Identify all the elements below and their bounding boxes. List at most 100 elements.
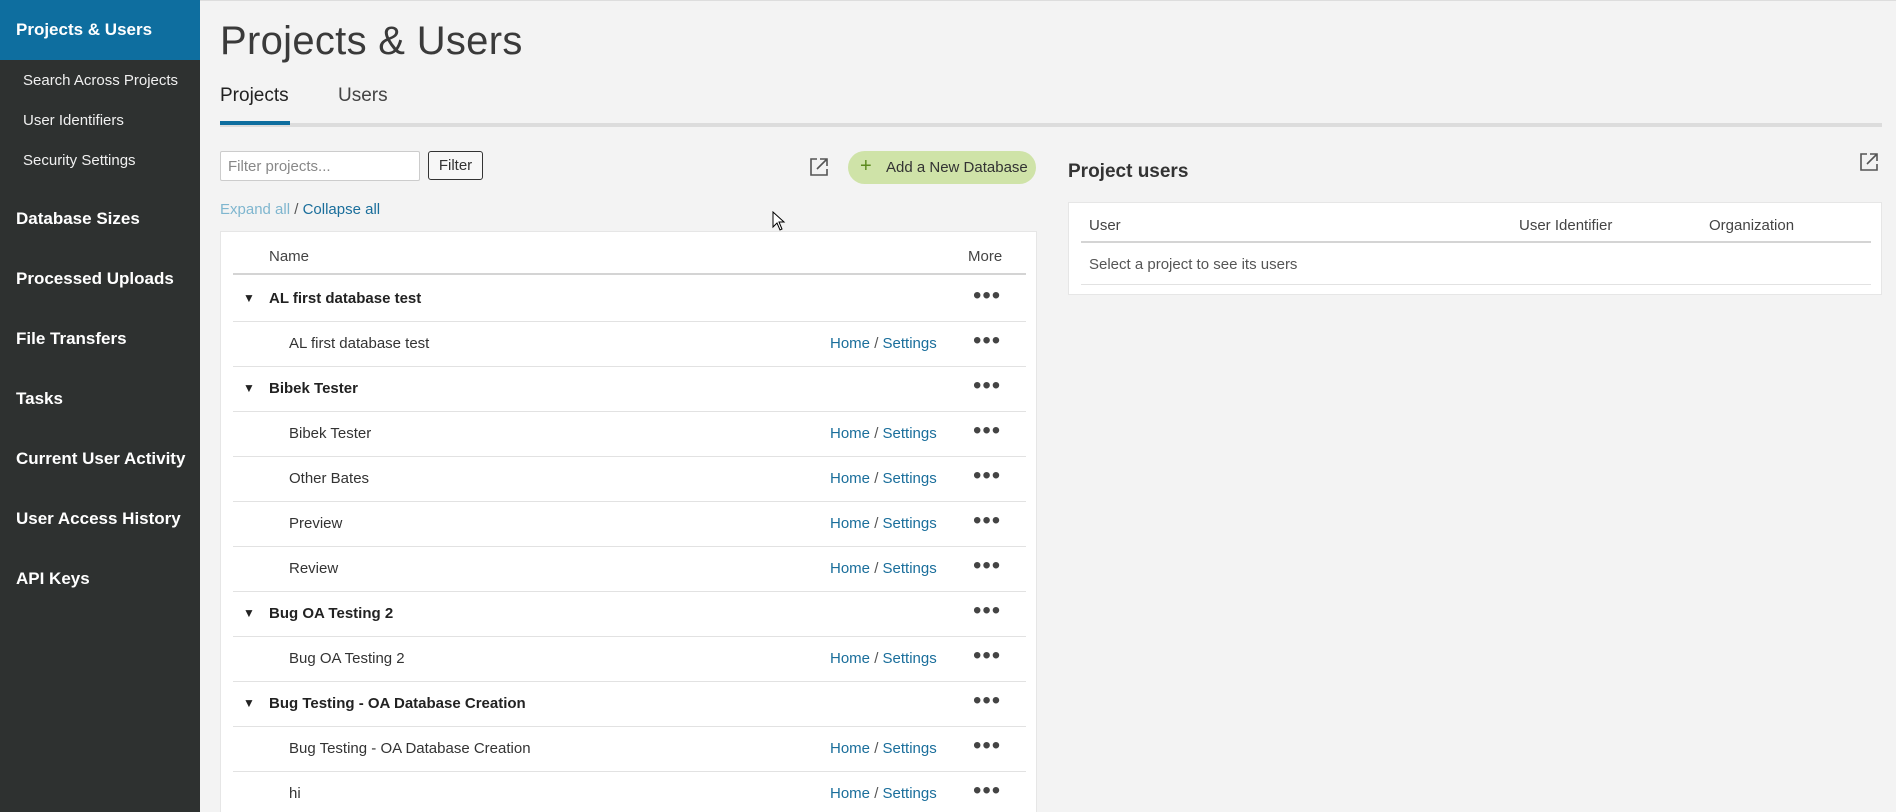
more-options-icon[interactable]: ••• xyxy=(973,463,1001,489)
database-links: Home / Settings xyxy=(830,785,937,802)
settings-link[interactable]: Settings xyxy=(883,785,937,802)
database-name[interactable]: Other Bates xyxy=(289,470,369,487)
popout-icon[interactable] xyxy=(808,156,830,178)
more-options-icon[interactable]: ••• xyxy=(973,328,1001,354)
project-users-table: User User Identifier Organization Select… xyxy=(1068,202,1882,295)
tab-users[interactable]: Users xyxy=(338,85,388,107)
link-separator: / xyxy=(874,425,879,442)
column-header-name[interactable]: Name xyxy=(269,248,309,265)
more-options-icon[interactable]: ••• xyxy=(973,688,1001,714)
expand-all-link[interactable]: Expand all xyxy=(220,201,290,218)
database-row[interactable]: Bug OA Testing 2 Home / Settings ••• xyxy=(233,637,1026,682)
collapse-triangle-icon[interactable]: ▼ xyxy=(243,381,255,395)
more-options-icon[interactable]: ••• xyxy=(973,733,1001,759)
project-users-header: User User Identifier Organization xyxy=(1081,203,1871,243)
tab-bar: Projects Users xyxy=(220,85,1882,127)
settings-link[interactable]: Settings xyxy=(883,470,937,487)
sidebar-item-file-transfers[interactable]: File Transfers xyxy=(0,309,200,369)
database-links: Home / Settings xyxy=(830,335,937,352)
sidebar-item-api-keys[interactable]: API Keys xyxy=(0,549,200,609)
column-header-user-identifier[interactable]: User Identifier xyxy=(1519,217,1612,234)
tab-projects[interactable]: Projects xyxy=(220,85,290,125)
more-options-icon[interactable]: ••• xyxy=(973,373,1001,399)
more-options-icon[interactable]: ••• xyxy=(973,508,1001,534)
sidebar: Projects & Users Search Across Projects … xyxy=(0,0,200,812)
more-options-icon[interactable]: ••• xyxy=(973,283,1001,309)
sidebar-subitem-user-identifiers[interactable]: User Identifiers xyxy=(0,101,200,141)
project-group-row[interactable]: ▼ AL first database test ••• xyxy=(233,277,1026,322)
sidebar-subitem-security-settings[interactable]: Security Settings xyxy=(0,141,200,181)
database-row[interactable]: Bug Testing - OA Database Creation Home /… xyxy=(233,727,1026,772)
sidebar-subitem-search-across-projects[interactable]: Search Across Projects xyxy=(0,61,200,101)
collapse-triangle-icon[interactable]: ▼ xyxy=(243,291,255,305)
database-name[interactable]: Preview xyxy=(289,515,342,532)
project-group-row[interactable]: ▼ Bibek Tester ••• xyxy=(233,367,1026,412)
project-group-name: Bibek Tester xyxy=(269,380,358,397)
database-row[interactable]: AL first database test Home / Settings ••• xyxy=(233,322,1026,367)
sidebar-item-tasks[interactable]: Tasks xyxy=(0,369,200,429)
column-header-organization[interactable]: Organization xyxy=(1709,217,1794,234)
projects-table-header: Name More xyxy=(233,232,1026,275)
home-link[interactable]: Home xyxy=(830,425,870,442)
settings-link[interactable]: Settings xyxy=(883,515,937,532)
link-separator: / xyxy=(874,650,879,667)
sidebar-item-projects-users[interactable]: Projects & Users xyxy=(0,0,200,60)
add-database-button[interactable]: + Add a New Database xyxy=(848,151,1036,184)
expand-collapse-separator: / xyxy=(294,201,299,218)
database-name[interactable]: Bug OA Testing 2 xyxy=(289,650,405,667)
home-link[interactable]: Home xyxy=(830,335,870,352)
database-row[interactable]: hi Home / Settings ••• xyxy=(233,772,1026,812)
filter-projects-input[interactable] xyxy=(220,151,420,181)
database-row[interactable]: Bibek Tester Home / Settings ••• xyxy=(233,412,1026,457)
link-separator: / xyxy=(874,785,879,802)
database-row[interactable]: Other Bates Home / Settings ••• xyxy=(233,457,1026,502)
home-link[interactable]: Home xyxy=(830,560,870,577)
database-links: Home / Settings xyxy=(830,515,937,532)
settings-link[interactable]: Settings xyxy=(883,560,937,577)
project-group-name: Bug Testing - OA Database Creation xyxy=(269,695,526,712)
home-link[interactable]: Home xyxy=(830,650,870,667)
collapse-all-link[interactable]: Collapse all xyxy=(303,201,381,218)
database-name[interactable]: hi xyxy=(289,785,301,802)
popout-icon[interactable] xyxy=(1858,151,1880,173)
settings-link[interactable]: Settings xyxy=(883,740,937,757)
home-link[interactable]: Home xyxy=(830,740,870,757)
project-group-name: Bug OA Testing 2 xyxy=(269,605,394,622)
projects-table: Name More ▼ AL first database test ••• AL f… xyxy=(220,231,1037,812)
filter-button[interactable]: Filter xyxy=(428,151,483,180)
sidebar-item-current-user-activity[interactable]: Current User Activity xyxy=(0,429,200,489)
sidebar-item-user-access-history[interactable]: User Access History xyxy=(0,489,200,549)
project-group-row[interactable]: ▼ Bug OA Testing 2 ••• xyxy=(233,592,1026,637)
column-header-more: More xyxy=(968,248,1003,265)
project-users-title: Project users xyxy=(1068,161,1189,182)
collapse-triangle-icon[interactable]: ▼ xyxy=(243,606,255,620)
home-link[interactable]: Home xyxy=(830,785,870,802)
sidebar-item-processed-uploads[interactable]: Processed Uploads xyxy=(0,249,200,309)
project-group-row[interactable]: ▼ Bug Testing - OA Database Creation ••• xyxy=(233,682,1026,727)
more-options-icon[interactable]: ••• xyxy=(973,598,1001,624)
settings-link[interactable]: Settings xyxy=(883,425,937,442)
add-database-label: Add a New Database xyxy=(886,159,1028,176)
database-name[interactable]: Bibek Tester xyxy=(289,425,371,442)
page-title: Projects & Users xyxy=(220,19,523,63)
database-links: Home / Settings xyxy=(830,740,937,757)
collapse-triangle-icon[interactable]: ▼ xyxy=(243,696,255,710)
database-links: Home / Settings xyxy=(830,425,937,442)
sidebar-item-database-sizes[interactable]: Database Sizes xyxy=(0,189,200,249)
more-options-icon[interactable]: ••• xyxy=(973,778,1001,804)
database-name[interactable]: Bug Testing - OA Database Creation xyxy=(289,740,531,757)
expand-collapse-controls: Expand all / Collapse all xyxy=(220,201,380,218)
home-link[interactable]: Home xyxy=(830,515,870,532)
settings-link[interactable]: Settings xyxy=(883,650,937,667)
more-options-icon[interactable]: ••• xyxy=(973,643,1001,669)
settings-link[interactable]: Settings xyxy=(883,335,937,352)
database-name[interactable]: Review xyxy=(289,560,338,577)
database-row[interactable]: Review Home / Settings ••• xyxy=(233,547,1026,592)
database-name[interactable]: AL first database test xyxy=(289,335,429,352)
column-header-user[interactable]: User xyxy=(1089,217,1121,234)
mouse-cursor-icon xyxy=(772,211,786,231)
home-link[interactable]: Home xyxy=(830,470,870,487)
more-options-icon[interactable]: ••• xyxy=(973,418,1001,444)
database-row[interactable]: Preview Home / Settings ••• xyxy=(233,502,1026,547)
more-options-icon[interactable]: ••• xyxy=(973,553,1001,579)
